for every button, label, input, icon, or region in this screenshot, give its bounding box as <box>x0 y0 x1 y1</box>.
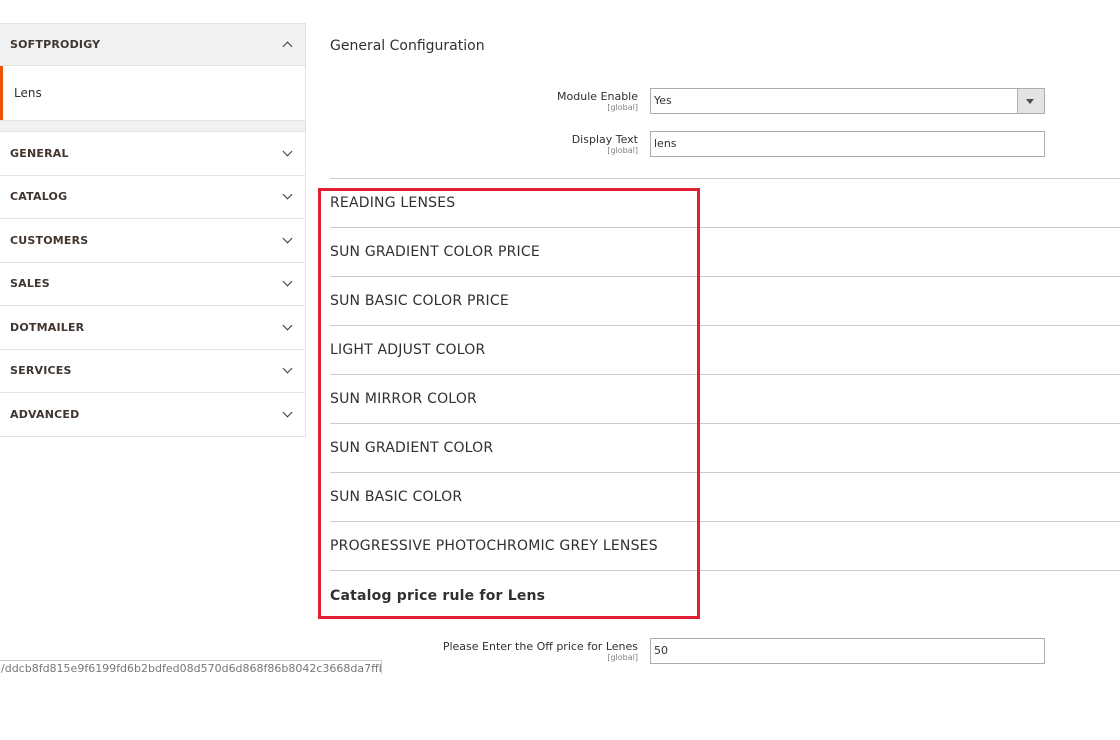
display-text-input[interactable]: lens <box>650 131 1045 157</box>
sidebar-item-label: CATALOG <box>10 190 68 204</box>
sidebar-item-label: ADVANCED <box>10 407 80 421</box>
group-catalog-price-rule[interactable]: Catalog price rule for Lens <box>330 571 1120 620</box>
sidebar-item-label: SALES <box>10 277 50 291</box>
config-sidebar: SOFTPRODIGY Lens GENERAL CATALOG CUSTOME… <box>0 23 306 437</box>
sidebar-item-lens[interactable]: Lens <box>0 66 306 120</box>
group-sun-basic-color-price[interactable]: SUN BASIC COLOR PRICE <box>330 277 1120 326</box>
sidebar-item-catalog[interactable]: CATALOG <box>0 175 306 219</box>
sidebar-item-customers[interactable]: CUSTOMERS <box>0 219 306 263</box>
group-sun-basic-color[interactable]: SUN BASIC COLOR <box>330 473 1120 522</box>
scope-label: [global] <box>607 653 638 662</box>
sidebar-item-label: CUSTOMERS <box>10 233 89 247</box>
hash-text: /ddcb8fd815e9f6199fd6b2bdfed08d570d6d868… <box>0 660 382 674</box>
chevron-down-icon <box>282 320 293 331</box>
module-enable-select[interactable]: Yes <box>650 88 1045 114</box>
scope-label: [global] <box>607 103 638 112</box>
sidebar-item-general[interactable]: GENERAL <box>0 132 306 176</box>
chevron-down-icon <box>282 407 293 418</box>
page-title: General Configuration <box>330 38 485 54</box>
group-sun-mirror-color[interactable]: SUN MIRROR COLOR <box>330 375 1120 424</box>
sidebar-item-advanced[interactable]: ADVANCED <box>0 393 306 437</box>
group-progressive-photochromic-grey-lenses[interactable]: PROGRESSIVE PHOTOCHROMIC GREY LENSES <box>330 522 1120 571</box>
scope-label: [global] <box>607 146 638 155</box>
section-title: SOFTPRODIGY <box>10 38 101 51</box>
sidebar-item-label: DOTMAILER <box>10 320 85 334</box>
chevron-down-icon <box>282 146 293 157</box>
group-sun-gradient-color[interactable]: SUN GRADIENT COLOR <box>330 424 1120 473</box>
sidebar-item-label: SERVICES <box>10 364 72 378</box>
field-label-text: Display Text <box>571 133 638 146</box>
chevron-down-icon <box>282 189 293 200</box>
field-label-text: Module Enable <box>557 90 638 103</box>
module-enable-label: Module Enable [global] <box>330 90 638 113</box>
chevron-down-icon <box>282 363 293 374</box>
field-label-text: Please Enter the Off price for Lenes <box>442 640 638 653</box>
display-text-label: Display Text [global] <box>330 133 638 156</box>
chevron-down-icon <box>282 233 293 244</box>
section-divider <box>0 120 306 132</box>
section-softprodigy[interactable]: SOFTPRODIGY <box>0 23 306 66</box>
sidebar-item-dotmailer[interactable]: DOTMAILER <box>0 306 306 350</box>
sidebar-item-sales[interactable]: SALES <box>0 262 306 306</box>
off-price-label: Please Enter the Off price for Lenes [gl… <box>330 640 638 663</box>
group-reading-lenses[interactable]: READING LENSES <box>330 179 1120 228</box>
group-light-adjust-color[interactable]: LIGHT ADJUST COLOR <box>330 326 1120 375</box>
chevron-up-icon <box>282 41 293 52</box>
select-value: Yes <box>654 94 672 107</box>
sidebar-item-label: GENERAL <box>10 146 69 160</box>
group-sun-gradient-color-price[interactable]: SUN GRADIENT COLOR PRICE <box>330 228 1120 277</box>
sidebar-item-services[interactable]: SERVICES <box>0 349 306 393</box>
off-price-input[interactable]: 50 <box>650 638 1045 664</box>
dropdown-button[interactable] <box>1017 89 1044 113</box>
chevron-down-icon <box>1026 99 1034 104</box>
chevron-down-icon <box>282 276 293 287</box>
